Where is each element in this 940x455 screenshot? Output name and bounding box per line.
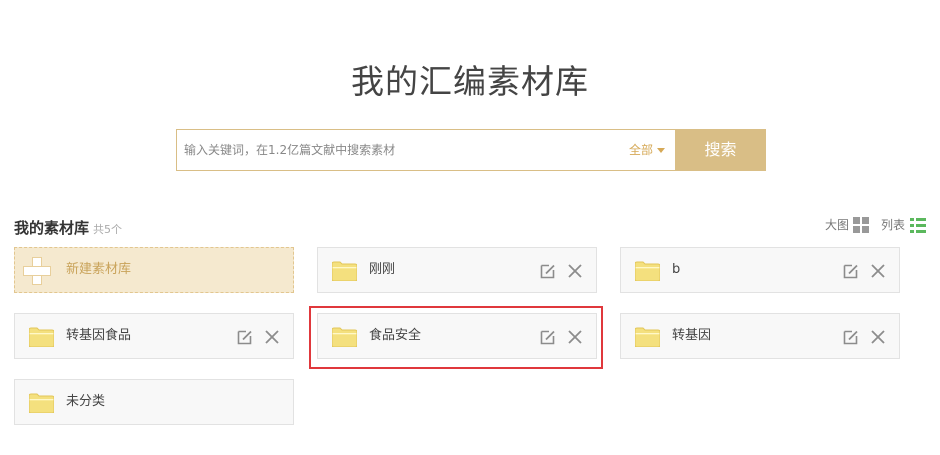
search-scope-label: 全部 — [629, 143, 654, 157]
new-library-label: 新建素材库 — [66, 262, 132, 277]
library-name: 未分类 — [66, 394, 106, 409]
library-card[interactable]: 食品安全 — [317, 313, 597, 359]
library-card[interactable]: 刚刚 — [317, 247, 597, 293]
library-card[interactable]: 转基因 — [620, 313, 900, 359]
library-card[interactable]: 未分类 — [14, 379, 294, 425]
close-icon[interactable] — [870, 329, 886, 345]
library-card[interactable]: 转基因食品 — [14, 313, 294, 359]
edit-icon[interactable] — [843, 329, 859, 345]
folder-icon — [635, 327, 660, 347]
library-name: 转基因 — [672, 328, 712, 343]
plus-icon — [23, 257, 51, 285]
view-switcher: 大图 列表 — [825, 216, 926, 233]
library-heading-label: 我的素材库 — [14, 219, 90, 237]
close-icon[interactable] — [567, 263, 583, 279]
edit-icon[interactable] — [237, 329, 253, 345]
library-card[interactable]: b — [620, 247, 900, 293]
edit-icon[interactable] — [843, 263, 859, 279]
library-name: 食品安全 — [369, 328, 422, 343]
folder-icon — [29, 393, 54, 413]
edit-icon[interactable] — [540, 329, 556, 345]
library-heading: 我的素材库 共5个 — [14, 217, 122, 238]
search-input[interactable] — [177, 130, 624, 170]
view-list-label: 列表 — [880, 218, 905, 232]
caret-down-icon — [657, 148, 666, 153]
library-name: 转基因食品 — [66, 328, 132, 343]
folder-icon — [332, 327, 357, 347]
search-scope-dropdown[interactable]: 全部 — [629, 130, 666, 170]
folder-icon — [29, 327, 54, 347]
page-title: 我的汇编素材库 — [351, 62, 589, 101]
new-library-button[interactable]: 新建素材库 — [14, 247, 294, 293]
close-icon[interactable] — [264, 329, 280, 345]
grid-view-icon — [852, 216, 869, 233]
close-icon[interactable] — [567, 329, 583, 345]
folder-icon — [635, 261, 660, 281]
library-count: 共5个 — [93, 223, 123, 236]
list-view-icon — [910, 216, 926, 233]
view-list-toggle[interactable]: 列表 — [880, 216, 926, 233]
search-bar: 全部 搜索 — [176, 129, 766, 171]
library-name: 刚刚 — [369, 262, 396, 277]
folder-icon — [332, 261, 357, 281]
search-button[interactable]: 搜索 — [675, 129, 766, 171]
edit-icon[interactable] — [540, 263, 556, 279]
view-grid-label: 大图 — [824, 218, 849, 232]
close-icon[interactable] — [870, 263, 886, 279]
view-grid-toggle[interactable]: 大图 — [824, 216, 881, 233]
library-name: b — [672, 262, 681, 277]
